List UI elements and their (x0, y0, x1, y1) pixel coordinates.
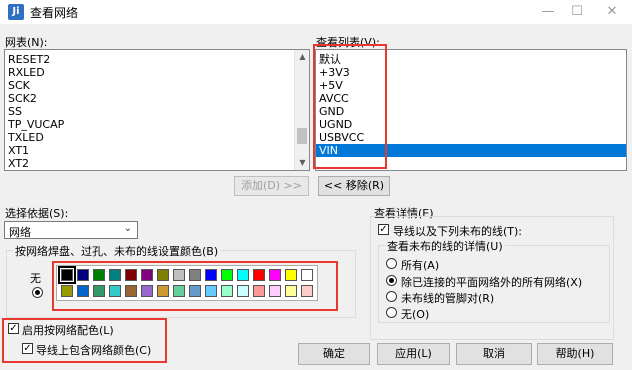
net-item[interactable]: TXLED (5, 131, 309, 144)
include-net-color-label: 导线上包含网络颜色(C) (36, 344, 152, 357)
selection-label: 选择依据(S): (5, 207, 69, 220)
minimize-icon[interactable]: — (534, 2, 562, 22)
net-item[interactable]: SCK2 (5, 92, 309, 105)
radio-pin-pairs-label: 未布线的管脚对(R) (401, 292, 495, 305)
show-traces-label: 导线以及下列未布的线(T): (393, 225, 523, 238)
add-button[interactable]: 添加(D) >> (234, 176, 309, 196)
scroll-up-icon[interactable]: ▲ (295, 50, 309, 64)
selection-dropdown[interactable]: 网络 ⌄ (4, 221, 138, 239)
window-title: 查看网络 (30, 6, 79, 20)
none-color-radio[interactable] (32, 287, 43, 298)
nets-listbox[interactable]: RESET2 RXLED SCK SCK2 SS TP_VUCAP TXLED XT1 XT2 … (4, 49, 310, 171)
highlight-box-palette (52, 261, 338, 311)
ok-button[interactable]: 确定 (298, 343, 370, 365)
radio-except-plane-label: 除已连接的平面网络外的所有网络(X) (401, 276, 583, 289)
include-net-color-checkbox[interactable]: ✓ (22, 343, 33, 354)
net-item[interactable]: XT2 (5, 157, 309, 170)
radio-all-label: 所有(A) (401, 259, 440, 272)
net-item[interactable]: SCK (5, 79, 309, 92)
none-color-label: 无 (30, 272, 41, 285)
scroll-down-icon[interactable]: ▼ (295, 156, 309, 170)
help-button[interactable]: 帮助(H) (537, 343, 613, 365)
radio-none-label: 无(O) (401, 308, 430, 321)
color-group-title: 按网络焊盘、过孔、未布的线设置颜色(B) (13, 243, 221, 259)
enable-net-color-checkbox[interactable]: ✓ (8, 323, 19, 334)
net-item[interactable]: XT1 (5, 144, 309, 157)
radio-all[interactable] (386, 258, 397, 269)
enable-net-color-label: 启用按网络配色(L) (22, 324, 114, 337)
cancel-button[interactable]: 取消 (456, 343, 532, 365)
radio-pin-pairs[interactable] (386, 291, 397, 302)
net-item[interactable]: RXLED (5, 66, 309, 79)
scroll-thumb[interactable] (297, 128, 307, 144)
radio-none[interactable] (386, 307, 397, 318)
show-traces-checkbox[interactable]: ✓ (378, 224, 389, 235)
close-icon[interactable]: ✕ (598, 2, 626, 22)
nets-scrollbar[interactable]: ▲ ▼ (294, 50, 309, 170)
net-item[interactable]: RESET2 (5, 53, 309, 66)
maximize-icon[interactable]: ☐ (563, 2, 591, 22)
net-item[interactable]: SS (5, 105, 309, 118)
highlight-box-view-list (313, 44, 387, 169)
apply-button[interactable]: 应用(L) (377, 343, 450, 365)
net-item[interactable]: TP_VUCAP (5, 118, 309, 131)
app-icon: Ji (8, 4, 24, 20)
chevron-down-icon: ⌄ (123, 223, 132, 234)
nets-label: 网表(N): (5, 36, 48, 49)
selection-value: 网络 (9, 226, 31, 239)
remove-button[interactable]: << 移除(R) (318, 176, 390, 196)
unrouted-title: 查看未布的线的详情(U) (385, 238, 505, 254)
radio-except-plane[interactable] (386, 275, 397, 286)
